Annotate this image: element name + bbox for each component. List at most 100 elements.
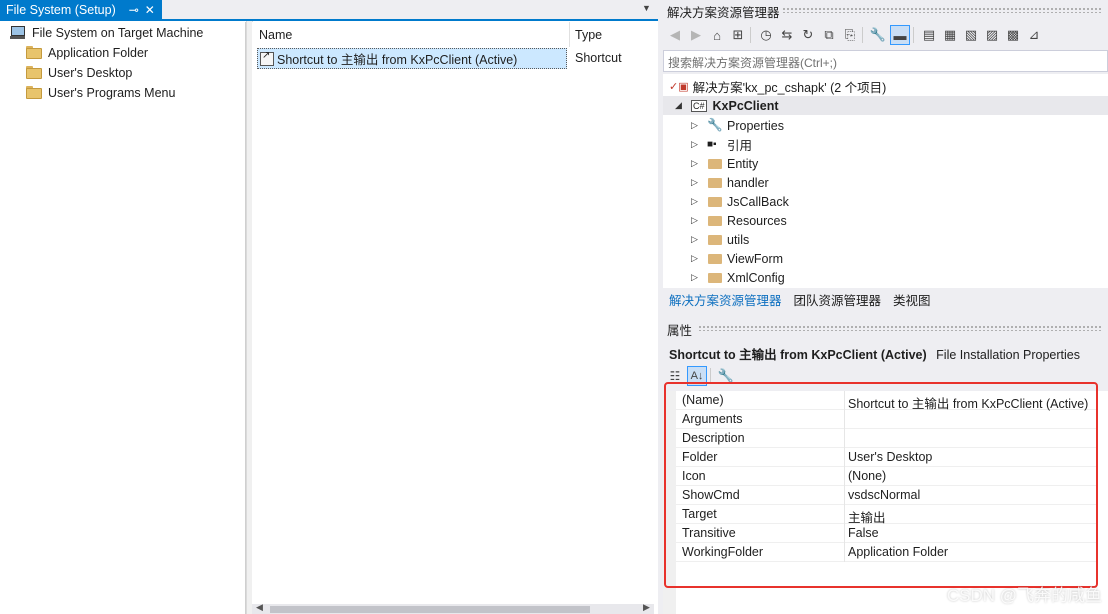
solution-tree: ✓▣ 解决方案'kx_pc_cshapk' (2 个项目) ◢ C# KxPcC… — [663, 74, 1108, 288]
properties-wrench-icon[interactable]: 🔧 — [869, 26, 887, 44]
property-name: Icon — [682, 469, 706, 483]
property-value[interactable]: User's Desktop — [848, 450, 932, 464]
column-header-name[interactable]: Name — [259, 28, 292, 42]
collapsed-triangle-icon[interactable]: ▷ — [691, 120, 701, 131]
collapsed-triangle-icon[interactable]: ▷ — [691, 215, 701, 226]
property-row-showcmd[interactable]: ShowCmd vsdscNormal — [676, 486, 1096, 505]
object-name: Shortcut to 主输出 from KxPcClient (Active) — [669, 348, 927, 362]
scroll-left-icon[interactable]: ◀ — [256, 602, 263, 613]
property-value[interactable]: (None) — [848, 469, 886, 483]
column-divider[interactable] — [569, 22, 570, 47]
tree-node-jscallback[interactable]: ▷ JsCallBack — [691, 192, 789, 211]
tree-item-application-folder[interactable]: Application Folder — [26, 43, 148, 63]
scrollbar-thumb[interactable] — [270, 606, 590, 613]
registry-editor-icon[interactable]: ▦ — [941, 26, 959, 44]
folder-icon — [707, 157, 723, 170]
property-row-folder[interactable]: Folder User's Desktop — [676, 448, 1096, 467]
folder-icon — [707, 233, 723, 246]
categorized-icon[interactable]: ☷ — [666, 367, 684, 385]
property-row-name[interactable]: (Name) Shortcut to 主输出 from KxPcClient (… — [676, 391, 1096, 411]
properties-object-selector[interactable]: Shortcut to 主输出 from KxPcClient (Active)… — [669, 344, 1080, 363]
property-row-transitive[interactable]: Transitive False — [676, 524, 1096, 543]
switch-views-icon[interactable]: ⊞ — [729, 26, 747, 44]
preview-selected-icon[interactable]: ▬ — [890, 25, 910, 45]
solution-label: 解决方案'kx_pc_cshapk' (2 个项目) — [692, 81, 887, 95]
property-name: Folder — [682, 450, 718, 464]
tree-item-label: User's Programs Menu — [48, 86, 176, 100]
collapsed-triangle-icon[interactable]: ▷ — [691, 234, 701, 245]
tree-node-label: Resources — [727, 213, 787, 228]
computer-icon — [10, 26, 26, 40]
collapse-all-icon[interactable]: ⧉ — [820, 26, 838, 44]
tab-team-explorer[interactable]: 团队资源管理器 — [788, 290, 888, 309]
property-name: WorkingFolder — [682, 545, 764, 559]
tree-item-users-programs-menu[interactable]: User's Programs Menu — [26, 83, 175, 103]
grid-divider — [844, 391, 845, 410]
tree-node-properties[interactable]: ▷ 🔧 Properties — [691, 116, 784, 135]
tree-item-users-desktop[interactable]: User's Desktop — [26, 63, 132, 83]
solution-search-input[interactable]: 搜索解决方案资源管理器(Ctrl+;) — [663, 50, 1108, 72]
show-all-files-icon[interactable]: ⎘ — [841, 26, 859, 44]
forward-icon[interactable]: ▶ — [687, 26, 705, 44]
file-system-editor-icon[interactable]: ▤ — [920, 26, 938, 44]
property-name: (Name) — [682, 393, 724, 407]
file-types-editor-icon[interactable]: ▧ — [962, 26, 980, 44]
grid-divider — [844, 448, 845, 467]
tree-node-resources[interactable]: ▷ Resources — [691, 211, 787, 230]
watermark: CSDN @飞奔的咸鱼 — [946, 586, 1102, 605]
title-grip — [698, 325, 1102, 331]
column-header-type[interactable]: Type — [575, 28, 602, 42]
sync-icon[interactable]: ⇆ — [778, 26, 796, 44]
tree-node-label: utils — [727, 232, 750, 247]
tab-class-view[interactable]: 类视图 — [887, 290, 937, 309]
collapsed-triangle-icon[interactable]: ▷ — [691, 177, 701, 188]
collapsed-triangle-icon[interactable]: ▷ — [691, 139, 701, 150]
expanded-triangle-icon[interactable]: ◢ — [675, 100, 685, 111]
collapsed-triangle-icon[interactable]: ▷ — [691, 158, 701, 169]
scroll-right-icon[interactable]: ▶ — [643, 602, 650, 613]
tree-node-xmlconfig[interactable]: ▷ XmlConfig — [691, 268, 785, 287]
solution-explorer-toolbar: ◀ ▶ ⌂ ⊞ ◷ ⇆ ↻ ⧉ ⎘ 🔧 ▬ ▤ ▦ ▧ ▨ ▩ ⊿ — [663, 22, 1108, 48]
title-grip — [782, 7, 1102, 13]
solution-node[interactable]: ✓▣ 解决方案'kx_pc_cshapk' (2 个项目) — [669, 77, 886, 96]
property-value[interactable]: vsdscNormal — [848, 488, 920, 502]
project-node[interactable]: ◢ C# KxPcClient — [663, 96, 1108, 115]
collapsed-triangle-icon[interactable]: ▷ — [691, 196, 701, 207]
grid-divider — [844, 524, 845, 543]
collapsed-triangle-icon[interactable]: ▷ — [691, 272, 701, 283]
tree-node-handler[interactable]: ▷ handler — [691, 173, 769, 192]
property-row-workingfolder[interactable]: WorkingFolder Application Folder — [676, 543, 1096, 562]
solution-explorer-title: 解决方案资源管理器 — [667, 6, 780, 20]
tree-node-label: handler — [727, 175, 769, 190]
close-icon[interactable]: ✕ — [142, 3, 158, 17]
property-pages-icon[interactable]: 🔧 — [717, 367, 735, 385]
back-icon[interactable]: ◀ — [666, 26, 684, 44]
property-row-arguments[interactable]: Arguments — [676, 410, 1096, 429]
pin-icon[interactable]: ⊸ — [126, 3, 142, 17]
user-interface-editor-icon[interactable]: ▨ — [983, 26, 1001, 44]
property-value[interactable]: False — [848, 526, 879, 540]
grid-divider — [844, 467, 845, 486]
tab-file-system-setup[interactable]: File System (Setup) ⊸ ✕ — [0, 0, 162, 19]
tab-solution-explorer[interactable]: 解决方案资源管理器 — [663, 290, 788, 309]
refresh-icon[interactable]: ↻ — [799, 26, 817, 44]
tree-node-utils[interactable]: ▷ utils — [691, 230, 749, 249]
list-item-name: Shortcut to 主输出 from KxPcClient (Active) — [277, 53, 518, 67]
alphabetical-icon[interactable]: A↓ — [687, 366, 707, 386]
tree-node-entity[interactable]: ▷ Entity — [691, 154, 758, 173]
tree-node-viewform[interactable]: ▷ ViewForm — [691, 249, 783, 268]
tree-node-references[interactable]: ▷ ■▪ 引用 — [691, 135, 752, 154]
collapsed-triangle-icon[interactable]: ▷ — [691, 253, 701, 264]
launch-conditions-editor-icon[interactable]: ⊿ — [1025, 26, 1043, 44]
custom-actions-editor-icon[interactable]: ▩ — [1004, 26, 1022, 44]
tree-item-root[interactable]: File System on Target Machine — [10, 23, 203, 43]
property-row-description[interactable]: Description — [676, 429, 1096, 448]
property-row-icon[interactable]: Icon (None) — [676, 467, 1096, 486]
folder-icon — [707, 195, 723, 208]
property-row-target[interactable]: Target 主输出 — [676, 505, 1096, 525]
tab-dropdown-icon[interactable]: ▼ — [642, 3, 651, 13]
home-icon[interactable]: ⌂ — [708, 26, 726, 44]
property-value[interactable]: Application Folder — [848, 545, 948, 559]
list-item[interactable]: Shortcut to 主输出 from KxPcClient (Active) — [257, 48, 567, 69]
pending-changes-icon[interactable]: ◷ — [757, 26, 775, 44]
